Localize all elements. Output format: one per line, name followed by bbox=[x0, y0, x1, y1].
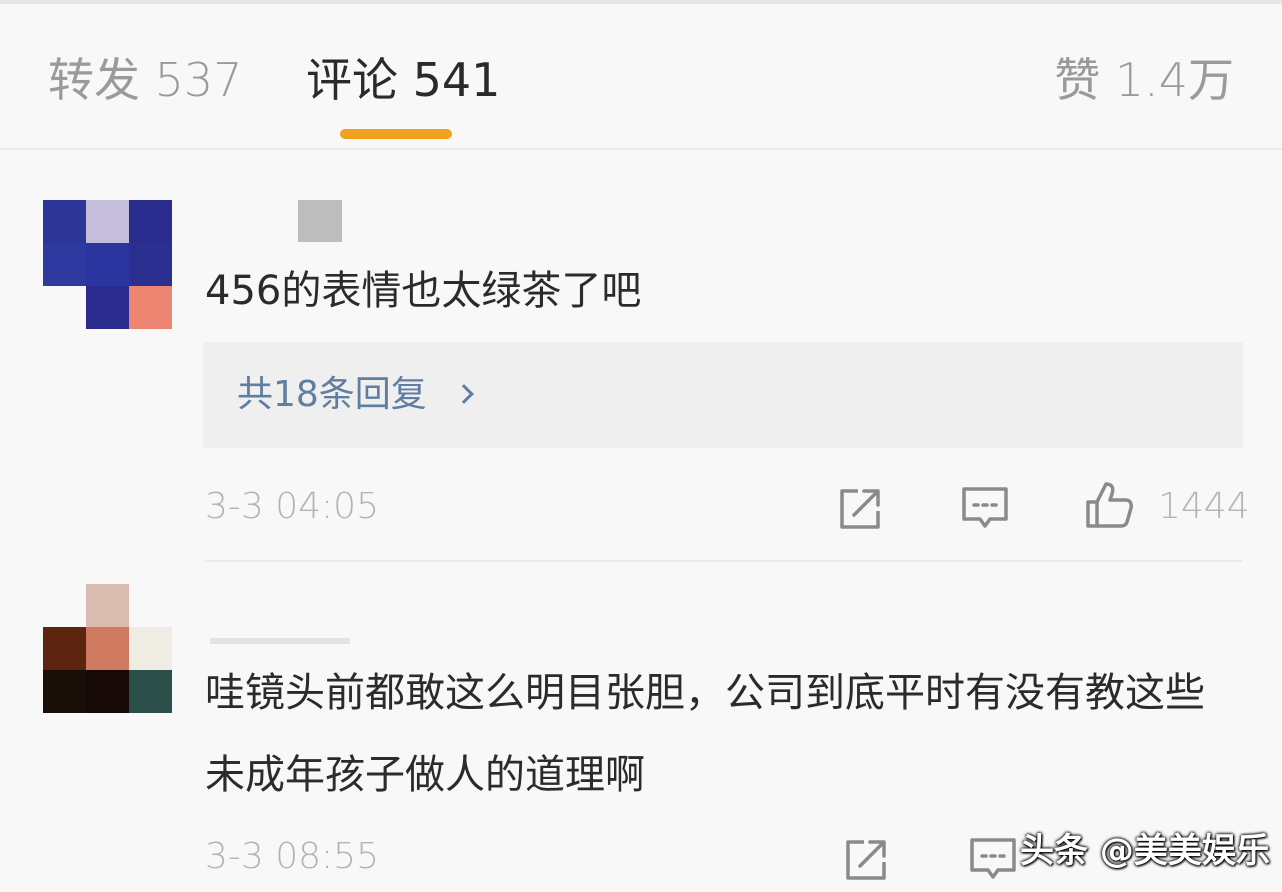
replies-box[interactable]: 共18条回复 bbox=[203, 342, 1243, 448]
thumbs-up-icon[interactable] bbox=[1084, 480, 1134, 530]
avatar[interactable] bbox=[43, 200, 173, 330]
chevron-right-icon bbox=[453, 384, 474, 404]
comment-timestamp: 3-3 04:05 bbox=[205, 486, 379, 527]
tab-bar: 转发 537 评论 541 赞 1.4万 bbox=[0, 0, 1282, 150]
share-icon[interactable] bbox=[842, 834, 892, 884]
replies-label: 共18条回复 bbox=[237, 374, 427, 415]
active-tab-indicator bbox=[340, 129, 452, 139]
comment-icon[interactable] bbox=[960, 483, 1010, 533]
tab-reposts[interactable]: 转发 537 bbox=[48, 50, 242, 110]
avatar[interactable] bbox=[43, 584, 173, 714]
like-count: 1444 bbox=[1158, 486, 1250, 527]
tab-likes[interactable]: 赞 1.4万 bbox=[1054, 50, 1234, 110]
view-replies-link[interactable]: 共18条回复 bbox=[237, 370, 474, 420]
tab-comments[interactable]: 评论 541 bbox=[306, 50, 500, 110]
comments-panel: 转发 537 评论 541 赞 1.4万 456的表情也太绿茶了吧 共18条回复… bbox=[0, 0, 1282, 892]
comment-icon[interactable] bbox=[968, 834, 1018, 884]
comment-text: 哇镜头前都敢这么明目张胆，公司到底平时有没有教这些未成年孩子做人的道理啊 bbox=[205, 670, 1205, 798]
comment-item: 456的表情也太绿茶了吧 共18条回复 3-3 04:05 1444 bbox=[0, 150, 1282, 562]
username-mask bbox=[298, 200, 342, 242]
username-mask bbox=[210, 638, 350, 644]
share-icon[interactable] bbox=[836, 483, 886, 533]
comment-text: 456的表情也太绿茶了吧 bbox=[205, 268, 642, 314]
watermark: 头条 @美美娱乐 bbox=[1020, 831, 1270, 871]
comment-timestamp: 3-3 08:55 bbox=[205, 836, 379, 877]
